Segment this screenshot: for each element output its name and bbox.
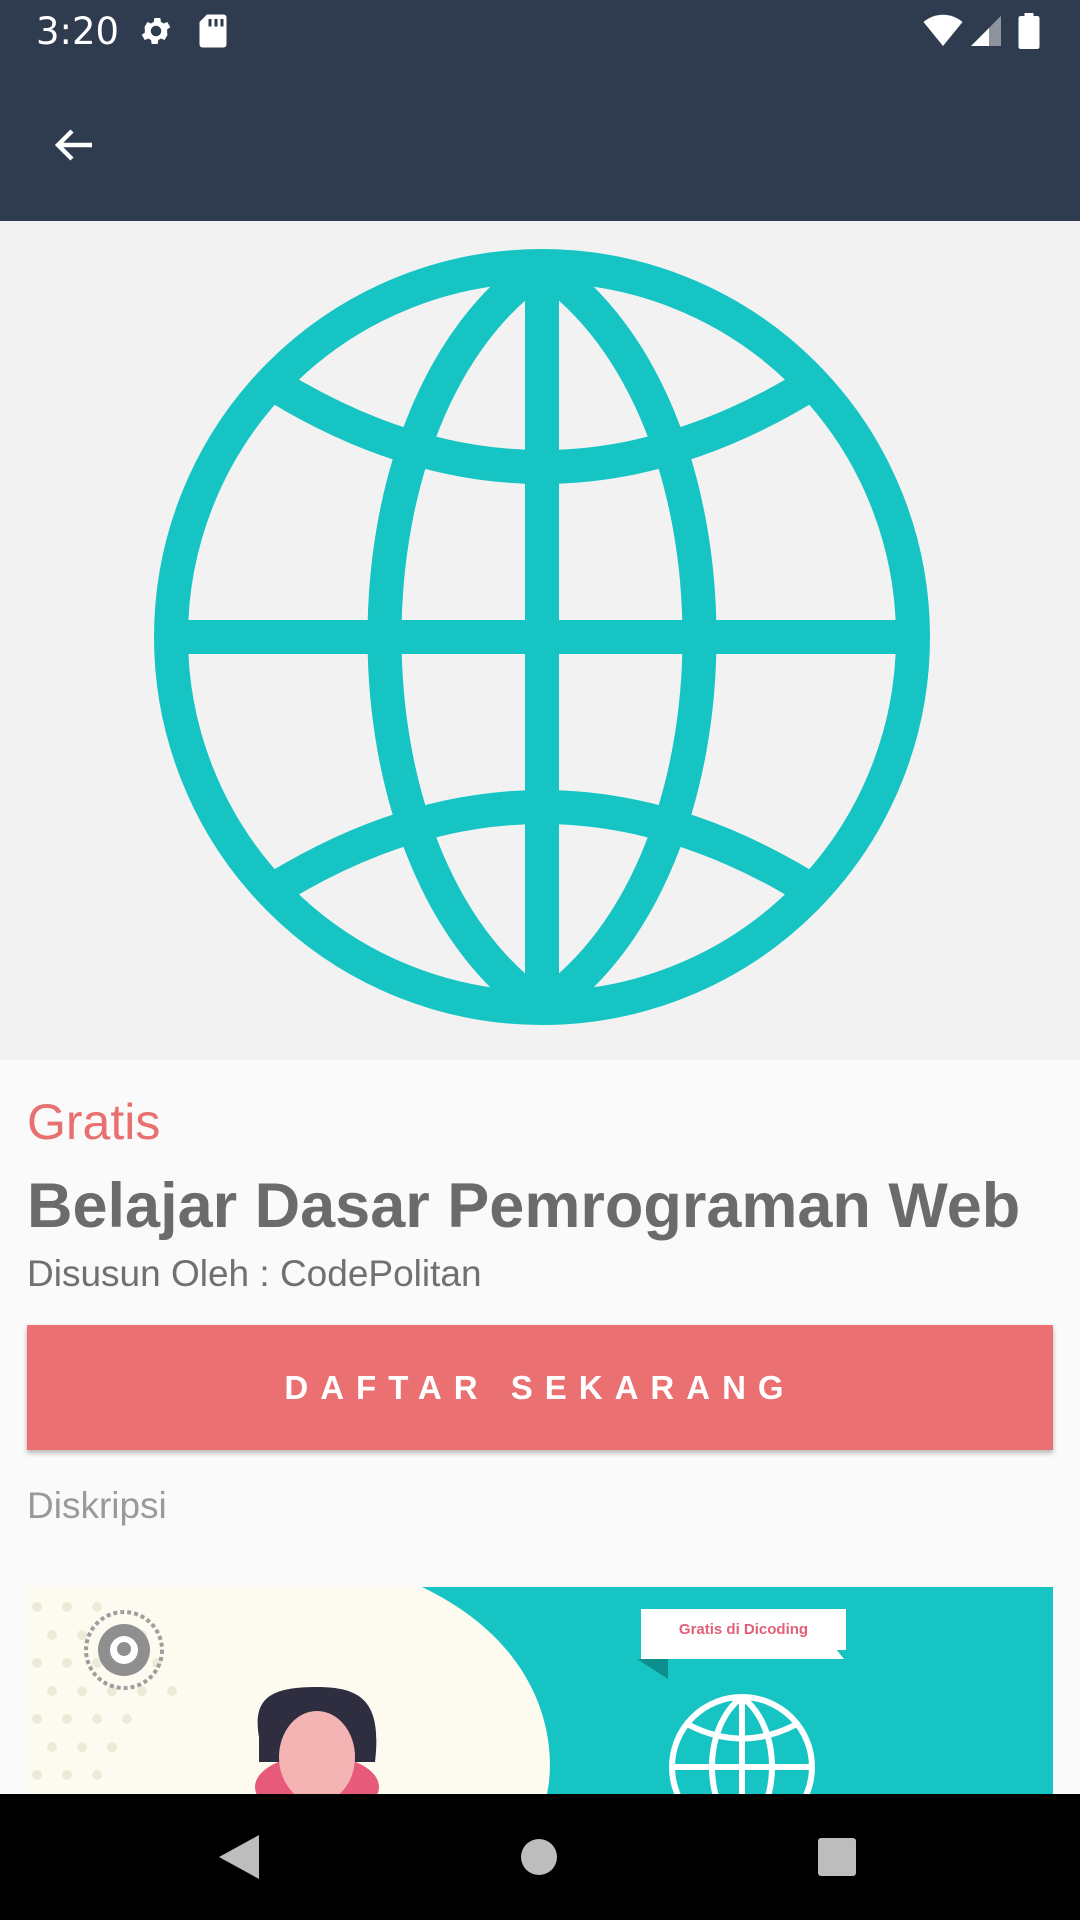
status-time: 3:20 bbox=[36, 10, 120, 53]
wifi-icon bbox=[922, 13, 964, 54]
back-button[interactable] bbox=[40, 111, 108, 179]
nav-home-button[interactable] bbox=[506, 1824, 572, 1890]
course-title: Belajar Dasar Pemrograman Web bbox=[27, 1171, 1021, 1241]
cell-signal-icon bbox=[968, 13, 1004, 54]
course-banner-image: Gratis di Dicoding bbox=[27, 1587, 1053, 1794]
course-author: Disusun Oleh : CodePolitan bbox=[27, 1253, 482, 1294]
arrow-left-icon bbox=[54, 129, 92, 161]
globe-icon bbox=[669, 1694, 815, 1794]
system-nav-bar bbox=[0, 1794, 1080, 1920]
circle-home-icon bbox=[521, 1839, 557, 1875]
price-label: Gratis bbox=[27, 1094, 161, 1150]
banner-tag: Gratis di Dicoding bbox=[641, 1609, 846, 1650]
square-recents-icon bbox=[818, 1838, 856, 1876]
sd-card-icon bbox=[198, 13, 228, 54]
course-hero-image bbox=[0, 221, 1080, 1060]
status-bar: 3:20 bbox=[0, 0, 1080, 63]
globe-icon bbox=[154, 249, 930, 1025]
battery-icon bbox=[1018, 13, 1040, 54]
gear-icon bbox=[138, 13, 174, 54]
register-now-button[interactable]: DAFTAR SEKARANG bbox=[27, 1325, 1053, 1450]
app-bar bbox=[0, 63, 1080, 221]
triangle-back-icon bbox=[219, 1835, 259, 1879]
nav-back-button[interactable] bbox=[206, 1824, 272, 1890]
nav-recents-button[interactable] bbox=[804, 1824, 870, 1890]
description-heading: Diskripsi bbox=[27, 1485, 167, 1526]
